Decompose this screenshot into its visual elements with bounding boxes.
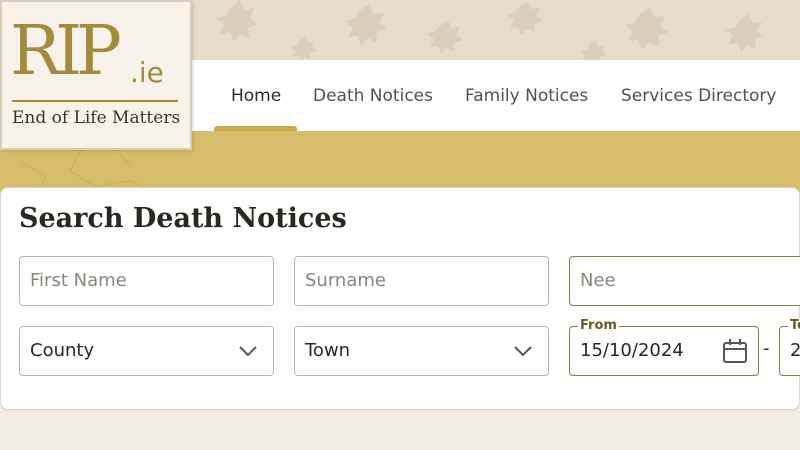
search-card: Search Death Notices First Name Surname … <box>0 187 800 410</box>
county-select[interactable]: County <box>19 326 274 376</box>
surname-placeholder: Surname <box>305 270 386 291</box>
nav-services-directory[interactable]: Services Directory <box>621 86 776 106</box>
from-date-label: From <box>578 318 619 333</box>
logo-suffix: .ie <box>130 56 164 89</box>
from-date-input[interactable]: From 15/10/2024 <box>569 318 759 376</box>
to-date-label: To <box>788 318 800 333</box>
logo-tagline: End of Life Matters <box>12 108 181 128</box>
nav-family-notices[interactable]: Family Notices <box>465 86 588 106</box>
first-name-placeholder: First Name <box>30 270 127 291</box>
surname-input[interactable]: Surname <box>294 256 549 306</box>
county-select-value: County <box>30 340 95 361</box>
town-select-value: Town <box>305 340 351 361</box>
logo-text: RIP <box>10 12 122 91</box>
nav-active-indicator <box>214 126 297 131</box>
chevron-down-icon <box>239 346 257 357</box>
nav-home[interactable]: Home <box>231 86 281 106</box>
from-date-value: 15/10/2024 <box>580 340 684 361</box>
main-nav: Home Death Notices Family Notices Servic… <box>190 60 800 131</box>
date-range-separator: - <box>763 338 770 359</box>
calendar-icon[interactable] <box>722 338 748 364</box>
logo-divider <box>12 100 178 102</box>
chevron-down-icon <box>514 346 532 357</box>
nee-placeholder: Nee <box>580 270 616 291</box>
to-date-input[interactable]: To 2 <box>779 318 800 376</box>
nee-input[interactable]: Nee <box>569 256 800 306</box>
first-name-input[interactable]: First Name <box>19 256 274 306</box>
nav-death-notices[interactable]: Death Notices <box>313 86 433 106</box>
town-select[interactable]: Town <box>294 326 549 376</box>
site-logo[interactable]: RIP .ie End of Life Matters <box>0 0 192 150</box>
page-title: Search Death Notices <box>19 203 347 234</box>
to-date-value: 2 <box>790 340 800 361</box>
